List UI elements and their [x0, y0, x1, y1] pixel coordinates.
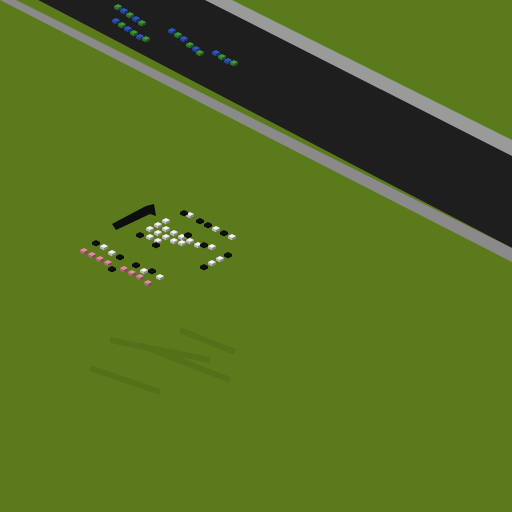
game-scene[interactable] [0, 0, 512, 512]
